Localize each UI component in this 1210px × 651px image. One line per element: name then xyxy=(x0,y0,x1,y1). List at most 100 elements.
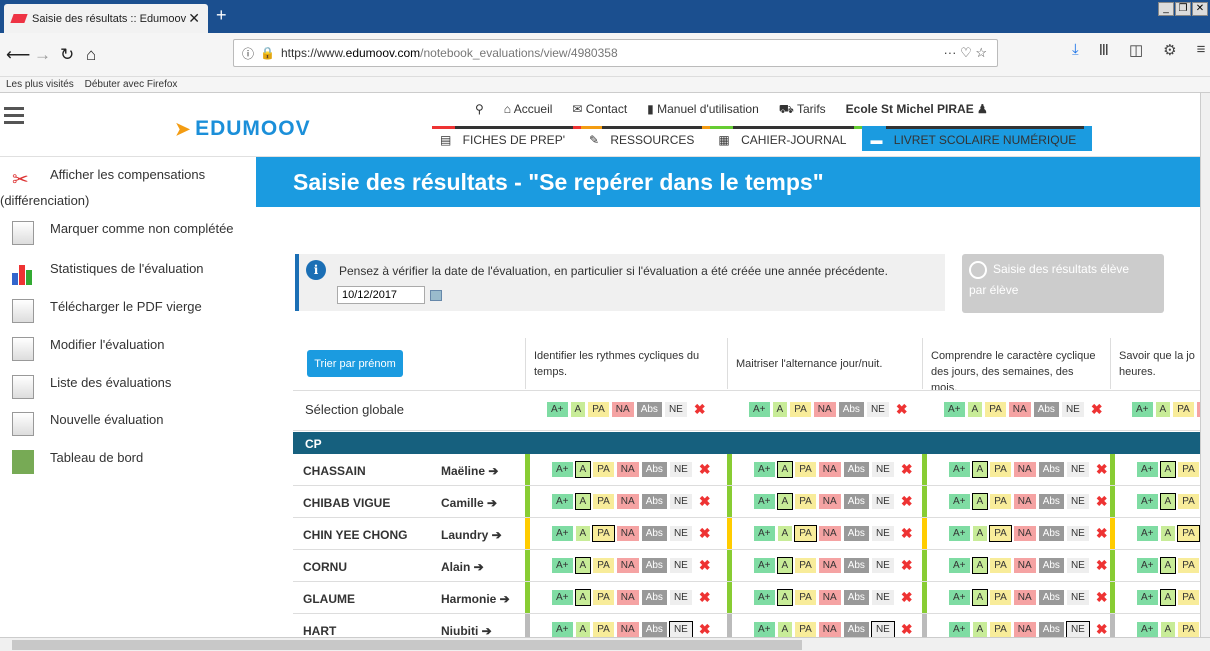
grade-ne-button[interactable]: NE xyxy=(669,526,692,541)
grade-pa-button[interactable]: PA xyxy=(593,558,614,573)
grade-na-button[interactable]: NA xyxy=(616,622,639,637)
bookmark-getting-started[interactable]: Débuter avec Firefox xyxy=(85,79,178,90)
library-icon[interactable]: Ⅲ xyxy=(1099,41,1109,59)
grade-abs-button[interactable]: Abs xyxy=(641,558,667,573)
vertical-scrollbar[interactable] xyxy=(1200,93,1210,637)
new-tab-icon[interactable]: + xyxy=(216,5,227,26)
nav-contact[interactable]: ✉ Contact xyxy=(572,102,627,118)
grade-a-button[interactable]: A xyxy=(1160,622,1176,637)
grade-ap-button[interactable]: A+ xyxy=(949,558,970,573)
student-firstname-link[interactable]: Camille ➔ xyxy=(441,496,497,510)
grade-pa-button[interactable]: PA xyxy=(795,622,816,637)
grade-na-button[interactable]: NA xyxy=(818,590,841,605)
grade-a-button[interactable]: A xyxy=(777,526,793,541)
minimize-icon[interactable]: _ xyxy=(1158,2,1174,16)
grade-abs-button[interactable]: Abs xyxy=(843,462,869,477)
grade-na-button[interactable]: NA xyxy=(818,622,841,637)
sidebar-statistics[interactable]: Statistiques de l'évaluation xyxy=(12,261,204,285)
student-firstname-link[interactable]: Harmonie ➔ xyxy=(441,592,510,606)
grade-na-button[interactable]: NA xyxy=(611,402,634,417)
grade-ne-button[interactable]: NE xyxy=(871,526,894,541)
grade-pa-button[interactable]: PA xyxy=(795,590,816,605)
grade-ap-button[interactable]: A+ xyxy=(1137,590,1158,605)
download-icon[interactable]: ⤓ xyxy=(1072,41,1079,59)
grade-ne-button[interactable]: NE xyxy=(871,590,894,605)
grade-abs-button[interactable]: Abs xyxy=(641,462,667,477)
grade-ap-button[interactable]: A+ xyxy=(552,590,573,605)
grade-a-button[interactable]: A xyxy=(1159,461,1177,478)
grade-ap-button[interactable]: A+ xyxy=(754,590,775,605)
grade-abs-button[interactable]: Abs xyxy=(641,494,667,509)
grade-ap-button[interactable]: A+ xyxy=(754,494,775,509)
grade-pa-button[interactable]: PA xyxy=(990,462,1011,477)
grade-ap-button[interactable]: A+ xyxy=(1137,462,1158,477)
hamburger-icon[interactable] xyxy=(4,107,24,128)
grade-pa-button[interactable]: PA xyxy=(795,494,816,509)
grade-a-button[interactable]: A xyxy=(575,526,591,541)
grade-abs-button[interactable]: Abs xyxy=(843,494,869,509)
bookmark-most-visited[interactable]: Les plus visités xyxy=(6,79,74,90)
grade-x-button[interactable]: ✖ xyxy=(1092,558,1112,573)
grade-pa-button[interactable]: PA xyxy=(1178,494,1199,509)
nav-tarifs[interactable]: ⛟ Tarifs xyxy=(779,102,826,118)
grade-pa-button[interactable]: PA xyxy=(593,590,614,605)
grade-pa-button[interactable]: PA xyxy=(1178,462,1199,477)
grade-ne-button[interactable]: NE xyxy=(664,402,687,417)
per-student-entry-button[interactable]: Saisie des résultats élève par élève xyxy=(962,254,1164,313)
grade-x-button[interactable]: ✖ xyxy=(892,402,912,417)
grade-a-button[interactable]: A xyxy=(971,589,989,606)
grade-ap-button[interactable]: A+ xyxy=(944,402,965,417)
grade-ne-button[interactable]: NE xyxy=(870,621,895,637)
grade-a-button[interactable]: A xyxy=(776,589,794,606)
grade-ap-button[interactable]: A+ xyxy=(552,622,573,637)
grade-ap-button[interactable]: A+ xyxy=(754,526,775,541)
grade-ap-button[interactable]: A+ xyxy=(754,462,775,477)
grade-ne-button[interactable]: NE xyxy=(871,558,894,573)
grade-ne-button[interactable]: NE xyxy=(866,402,889,417)
grade-abs-button[interactable]: Abs xyxy=(843,622,869,637)
grade-pa-button[interactable]: PA xyxy=(593,622,614,637)
grade-abs-button[interactable]: Abs xyxy=(1033,402,1059,417)
grade-ne-button[interactable]: NE xyxy=(669,494,692,509)
grade-x-button[interactable]: ✖ xyxy=(897,526,917,541)
grade-ap-button[interactable]: A+ xyxy=(552,526,573,541)
grade-x-button[interactable]: ✖ xyxy=(897,590,917,605)
grade-na-button[interactable]: NA xyxy=(1013,590,1036,605)
grade-a-button[interactable]: A xyxy=(777,622,793,637)
url-bar[interactable]: ⓘ 🔒 https://www. edumoov.com/notebook_eva… xyxy=(233,39,998,67)
grade-abs-button[interactable]: Abs xyxy=(641,590,667,605)
close-tab-icon[interactable]: ✕ xyxy=(188,10,200,27)
grade-ne-button[interactable]: NE xyxy=(1065,621,1090,637)
grade-a-button[interactable]: A xyxy=(971,557,989,574)
reload-icon[interactable]: ↻ xyxy=(60,45,74,65)
nav-accueil[interactable]: ⌂ Accueil xyxy=(504,102,553,118)
grade-na-button[interactable]: NA xyxy=(813,402,836,417)
sidebar-dashboard[interactable]: Tableau de bord xyxy=(12,450,143,474)
grade-x-button[interactable]: ✖ xyxy=(897,494,917,509)
search-icon[interactable]: ⚲ xyxy=(475,102,484,118)
grade-pa-button[interactable]: PA xyxy=(794,525,817,542)
grade-abs-button[interactable]: Abs xyxy=(1038,622,1064,637)
grade-a-button[interactable]: A xyxy=(776,493,794,510)
site-logo[interactable]: ➤ EDUMOOV xyxy=(175,117,311,141)
hamburger-menu-icon[interactable]: ≡ xyxy=(1197,41,1206,59)
grade-abs-button[interactable]: Abs xyxy=(1038,462,1064,477)
grade-a-button[interactable]: A xyxy=(1159,493,1177,510)
grade-ap-button[interactable]: A+ xyxy=(949,526,970,541)
grade-pa-button[interactable]: PA xyxy=(990,622,1011,637)
grade-na-button[interactable]: NA xyxy=(818,558,841,573)
grade-pa-button[interactable]: PA xyxy=(985,402,1006,417)
horizontal-scrollbar[interactable] xyxy=(0,637,1210,651)
grade-na-button[interactable]: NA xyxy=(1013,558,1036,573)
grade-a-button[interactable]: A xyxy=(574,493,592,510)
grade-pa-button[interactable]: PA xyxy=(1173,402,1194,417)
grade-a-button[interactable]: A xyxy=(574,461,592,478)
grade-pa-button[interactable]: PA xyxy=(989,525,1012,542)
student-firstname-link[interactable]: Alain ➔ xyxy=(441,560,484,574)
grade-abs-button[interactable]: Abs xyxy=(1038,494,1064,509)
close-window-icon[interactable]: ✕ xyxy=(1192,2,1208,16)
url-actions[interactable]: ··· ♡ ☆ xyxy=(943,45,987,61)
grade-na-button[interactable]: NA xyxy=(616,558,639,573)
grade-x-button[interactable]: ✖ xyxy=(695,494,715,509)
grade-a-button[interactable]: A xyxy=(972,622,988,637)
